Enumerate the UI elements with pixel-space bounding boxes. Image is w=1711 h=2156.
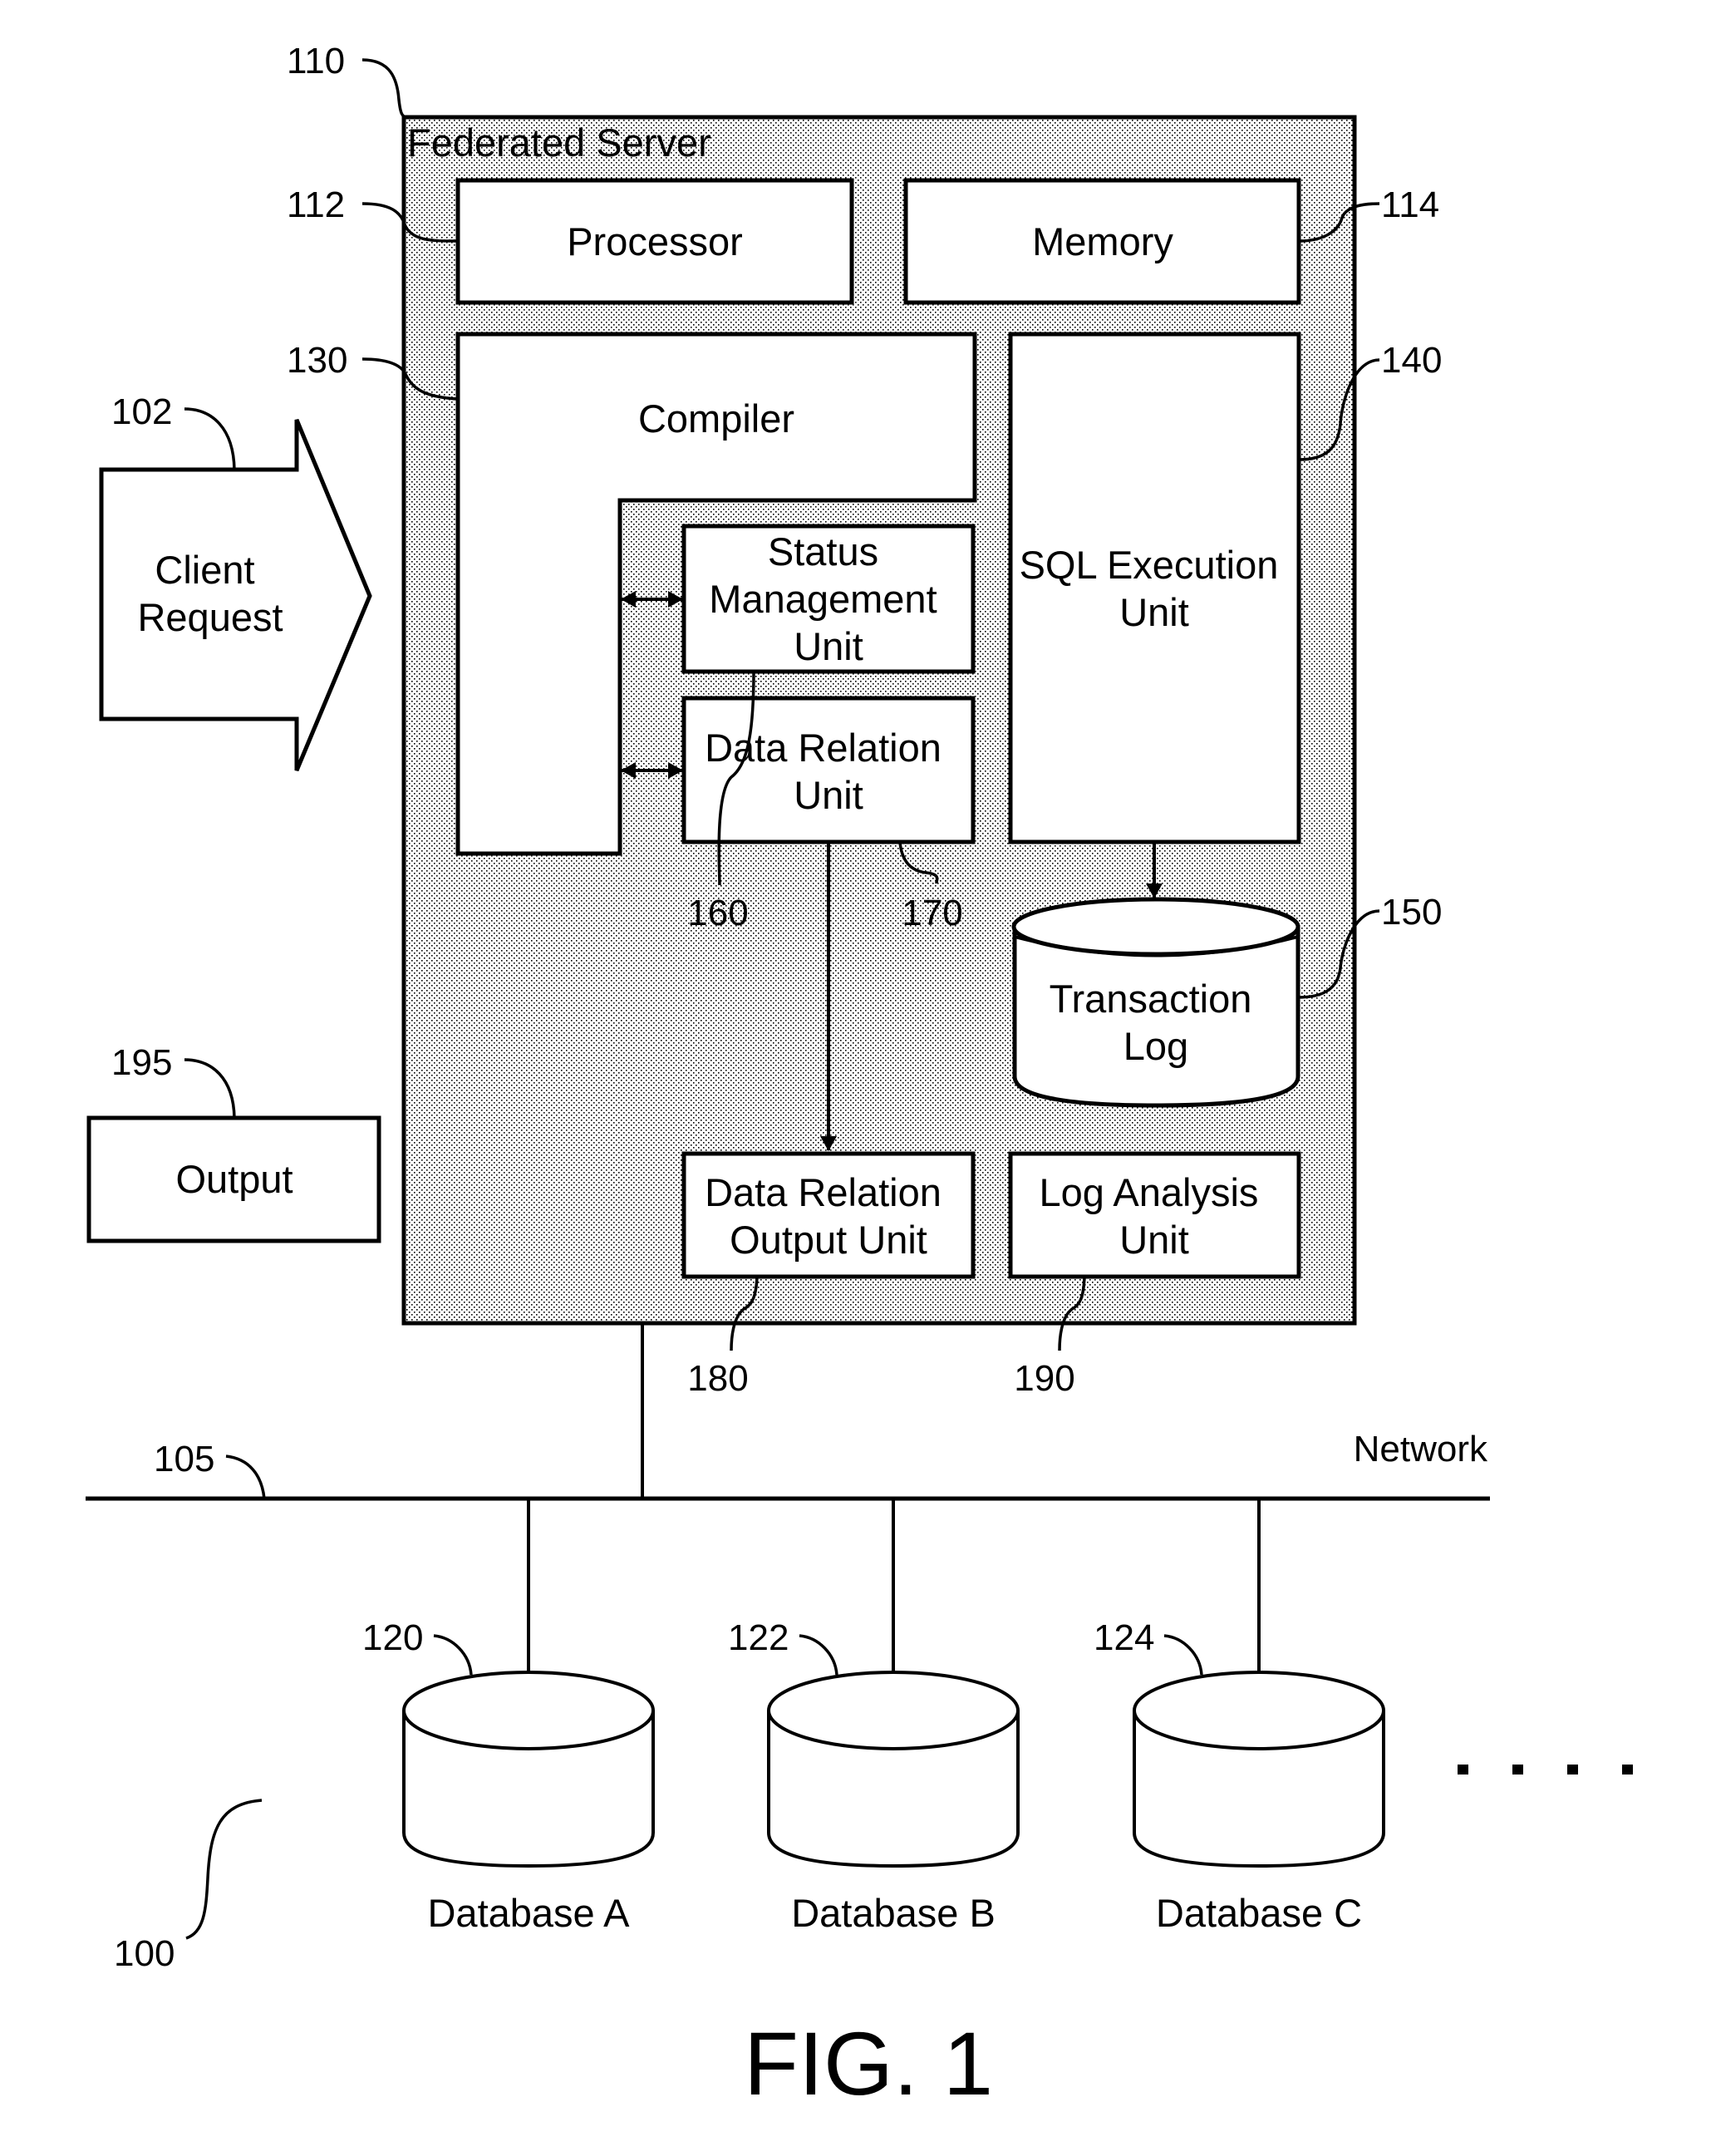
more-databases-ellipsis: [1458, 1765, 1633, 1775]
database-a-label: Database A: [427, 1891, 630, 1935]
network: Network 105: [86, 1323, 1490, 1501]
ref-100: 100: [114, 1933, 175, 1974]
network-label: Network: [1354, 1429, 1488, 1469]
database-c-top: [1133, 1671, 1385, 1750]
output-label: Output: [175, 1157, 293, 1201]
ref-112: 112: [287, 185, 345, 225]
transaction-log: Transaction Log 150: [1011, 892, 1442, 1108]
sql-execution-unit: SQL Execution Unit 140: [1008, 332, 1442, 898]
ellipsis-dot: [1458, 1765, 1468, 1775]
ref-122-leader: [799, 1634, 838, 1676]
data-relation-box: [681, 696, 976, 844]
database-b-label: Database B: [791, 1891, 996, 1935]
compiler-label: Compiler: [638, 396, 794, 441]
output-component: Output 195: [86, 1042, 381, 1243]
ref-190: 190: [1014, 1358, 1074, 1399]
database-a-top: [402, 1671, 655, 1750]
database-b-top: [767, 1671, 1020, 1750]
ref-102-leader: [184, 407, 236, 470]
database-c: Database C 124: [1094, 1499, 1385, 1935]
ref-120-leader: [433, 1634, 473, 1676]
processor-label: Processor: [567, 219, 743, 263]
ref-105: 105: [154, 1439, 214, 1479]
data-relation-output-unit: Data Relation Output Unit 180: [681, 1151, 976, 1399]
ref-100-leader: [185, 1799, 263, 1940]
ref-170: 170: [902, 893, 962, 933]
ref-102: 102: [111, 391, 172, 432]
ref-160: 160: [687, 893, 748, 933]
figure-caption: FIG. 1: [744, 2013, 993, 2114]
ref-130: 130: [287, 340, 347, 381]
ref-195-leader: [184, 1058, 236, 1119]
processor-component: Processor 112: [287, 178, 854, 305]
client-request: Client Request 102: [99, 391, 372, 771]
ref-110-leader: [361, 58, 408, 120]
ellipsis-dot: [1567, 1765, 1578, 1775]
ref-140: 140: [1381, 340, 1442, 381]
database-b: Database B 122: [728, 1499, 1020, 1935]
ref-124: 124: [1094, 1617, 1154, 1658]
ellipsis-dot: [1512, 1765, 1523, 1775]
ref-150: 150: [1381, 892, 1442, 933]
ref-122: 122: [728, 1617, 789, 1658]
ref-105-leader: [225, 1455, 266, 1499]
system-reference: 100: [114, 1799, 263, 1974]
ref-114: 114: [1381, 185, 1439, 225]
ellipsis-dot: [1622, 1765, 1633, 1775]
system-diagram: Federated Server 110 Processor 112 Memor…: [86, 41, 1633, 2114]
database-a: Database A 120: [362, 1499, 655, 1935]
ref-180: 180: [687, 1358, 748, 1399]
federated-server-title: Federated Server: [407, 121, 711, 165]
memory-component: Memory 114: [903, 178, 1439, 305]
ref-120: 120: [362, 1617, 423, 1658]
ref-110: 110: [287, 41, 345, 81]
memory-label: Memory: [1032, 219, 1173, 263]
database-c-label: Database C: [1156, 1891, 1362, 1935]
sql-execution-box: [1008, 332, 1301, 844]
log-analysis-unit: Log Analysis Unit 190: [1008, 1151, 1301, 1399]
ref-124-leader: [1163, 1634, 1203, 1676]
ref-195: 195: [111, 1042, 172, 1083]
